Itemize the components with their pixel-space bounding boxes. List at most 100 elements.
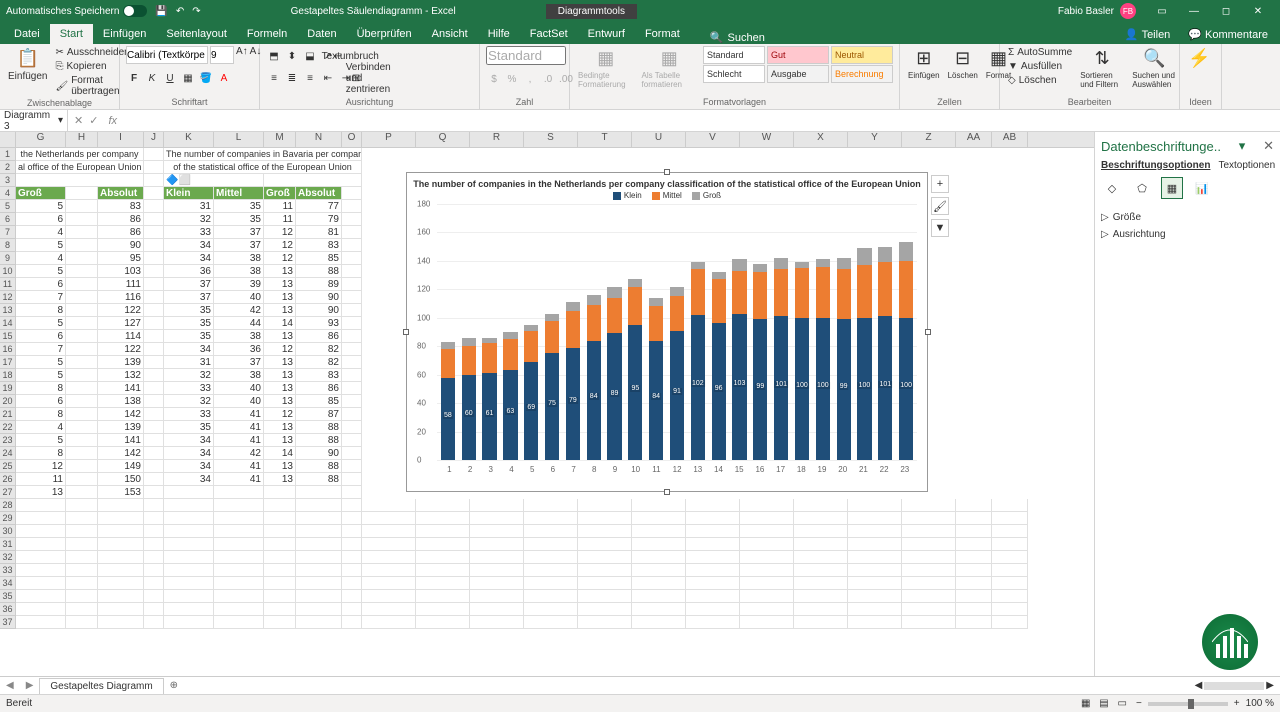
style-calc[interactable]: Berechnung [831, 65, 893, 83]
tab-start[interactable]: Start [50, 24, 93, 44]
label-options-tab[interactable]: Beschriftungsoptionen [1101, 160, 1210, 171]
delete-cells-button[interactable]: ⊟Löschen [946, 46, 980, 82]
style-schlecht[interactable]: Schlecht [703, 65, 765, 83]
add-sheet-icon[interactable]: ⊕ [164, 680, 184, 691]
border-icon[interactable]: ▦ [180, 70, 196, 86]
tab-factset[interactable]: FactSet [520, 24, 578, 44]
style-output[interactable]: Ausgabe [767, 65, 829, 83]
zoom-slider[interactable] [1148, 702, 1228, 706]
currency-icon[interactable]: $ [486, 71, 502, 87]
style-neutral[interactable]: Neutral [831, 46, 893, 64]
align-bot-icon[interactable]: ⬓ [302, 48, 318, 64]
inc-font-icon[interactable]: A↑ [236, 46, 248, 64]
minimize-icon[interactable]: — [1178, 6, 1210, 17]
align-left-icon[interactable]: ≡ [266, 70, 282, 86]
maximize-icon[interactable]: ◻ [1210, 6, 1242, 17]
tab-help[interactable]: Hilfe [478, 24, 520, 44]
tab-view[interactable]: Ansicht [422, 24, 478, 44]
autosave-toggle[interactable]: Automatisches Speichern [6, 5, 147, 17]
view-layout-icon[interactable]: ▤ [1096, 698, 1111, 709]
ideas-button[interactable]: ⚡ [1186, 46, 1212, 71]
effects-icon[interactable]: ⬠ [1131, 177, 1153, 199]
ribbon-tabs: Datei Start Einfügen Seitenlayout Formel… [0, 22, 1280, 44]
chart-plot-area[interactable]: 0204060801001201401601805860616369757984… [417, 204, 917, 474]
chart-styles-button[interactable]: 🖌 [931, 197, 949, 215]
tab-format[interactable]: Format [635, 24, 690, 44]
tab-insert[interactable]: Einfügen [93, 24, 156, 44]
style-standard[interactable]: Standard [703, 46, 765, 64]
fx-icon[interactable]: fx [104, 115, 121, 127]
cancel-formula-icon[interactable]: ✕ [74, 114, 83, 127]
save-icon[interactable]: 💾 [155, 6, 167, 17]
align-right-icon[interactable]: ≡ [302, 70, 318, 86]
view-break-icon[interactable]: ▭ [1115, 698, 1130, 709]
titlebar: Automatisches Speichern 💾 ↶ ↷ Gestapelte… [0, 0, 1280, 22]
size-props-icon[interactable]: ▦ [1161, 177, 1183, 199]
number-format-select[interactable] [486, 46, 566, 65]
tab-formulas[interactable]: Formeln [237, 24, 297, 44]
as-table-button[interactable]: ▦Als Tabelle formatieren [640, 46, 699, 91]
clear-button[interactable]: ◇ Löschen [1006, 74, 1074, 87]
align-center-icon[interactable]: ≣ [284, 70, 300, 86]
bold-icon[interactable]: F [126, 70, 142, 86]
tab-file[interactable]: Datei [4, 24, 50, 44]
style-bad[interactable]: Gut [767, 46, 829, 64]
merge-button[interactable]: ⊞ Verbinden und zentrieren [356, 70, 372, 86]
section-align[interactable]: ▷ Ausrichtung [1101, 226, 1274, 243]
search-box[interactable]: 🔍 Suchen [710, 31, 765, 44]
align-top-icon[interactable]: ⬒ [266, 48, 282, 64]
accept-formula-icon[interactable]: ✓ [89, 114, 98, 127]
undo-icon[interactable]: ↶ [176, 6, 184, 17]
align-mid-icon[interactable]: ⬍ [284, 48, 300, 64]
sheet-nav-next-icon[interactable]: ▶ [20, 680, 40, 691]
close-icon[interactable]: ✕ [1242, 6, 1274, 17]
chart-filter-button[interactable]: ▼ [931, 219, 949, 237]
sort-button[interactable]: ⇅Sortieren und Filtern [1078, 46, 1126, 91]
indent-dec-icon[interactable]: ⇤ [320, 70, 336, 86]
row-headers[interactable]: 1234567891011121314151617181920212223242… [0, 148, 16, 629]
underline-icon[interactable]: U [162, 70, 178, 86]
chart-legend[interactable]: Klein Mittel Groß [407, 191, 927, 204]
comments-button[interactable]: 💬 Kommentare [1180, 25, 1276, 44]
fill-button[interactable]: ▼ Ausfüllen [1006, 60, 1074, 73]
zoom-in-icon[interactable]: + [1234, 698, 1240, 709]
tab-design[interactable]: Entwurf [578, 24, 635, 44]
tab-review[interactable]: Überprüfen [347, 24, 422, 44]
autosum-button[interactable]: Σ AutoSumme [1006, 46, 1074, 59]
zoom-out-icon[interactable]: − [1136, 698, 1142, 709]
name-box[interactable]: Diagramm 3▾ [0, 110, 68, 131]
comma-icon[interactable]: , [522, 71, 538, 87]
section-size[interactable]: ▷ Größe [1101, 209, 1274, 226]
pane-close-icon[interactable]: ✕ [1263, 138, 1274, 154]
font-name-input[interactable] [126, 46, 208, 64]
tab-data[interactable]: Daten [297, 24, 346, 44]
fill-color-icon[interactable]: 🪣 [198, 70, 214, 86]
view-normal-icon[interactable]: ▦ [1078, 698, 1093, 709]
chart-title[interactable]: The number of companies in the Netherlan… [407, 173, 927, 191]
tab-layout[interactable]: Seitenlayout [156, 24, 237, 44]
zoom-level[interactable]: 100 % [1246, 698, 1274, 709]
user-account[interactable]: Fabio Basler FB [1058, 3, 1136, 19]
redo-icon[interactable]: ↷ [192, 6, 200, 17]
column-headers[interactable]: GHIJKLMNOPQRSTUVWXYZAAAB [0, 132, 1094, 148]
dec-inc-icon[interactable]: .0 [540, 71, 556, 87]
pane-dropdown-icon[interactable]: ▾ [1239, 138, 1246, 154]
font-color-icon[interactable]: A [216, 70, 232, 86]
percent-icon[interactable]: % [504, 71, 520, 87]
sheet-nav-prev-icon[interactable]: ◀ [0, 680, 20, 691]
sheet-tab-active[interactable]: Gestapeltes Diagramm [39, 678, 163, 694]
share-button[interactable]: 👤 Teilen [1117, 25, 1178, 44]
cond-format-button[interactable]: ▦Bedingte Formatierung [576, 46, 636, 91]
font-size-input[interactable] [210, 46, 234, 64]
ribbon-options-icon[interactable]: ▭ [1146, 6, 1178, 17]
paste-button[interactable]: 📋Einfügen [6, 46, 49, 84]
text-options-tab[interactable]: Textoptionen [1218, 160, 1275, 171]
find-button[interactable]: 🔍Suchen und Auswählen [1130, 46, 1178, 91]
fill-line-icon[interactable]: ◇ [1101, 177, 1123, 199]
italic-icon[interactable]: K [144, 70, 160, 86]
chart-object[interactable]: The number of companies in the Netherlan… [406, 172, 928, 492]
formula-input[interactable] [121, 110, 1280, 131]
insert-cells-button[interactable]: ⊞Einfügen [906, 46, 942, 82]
label-options-icon[interactable]: 📊 [1191, 177, 1213, 199]
chart-elements-button[interactable]: + [931, 175, 949, 193]
